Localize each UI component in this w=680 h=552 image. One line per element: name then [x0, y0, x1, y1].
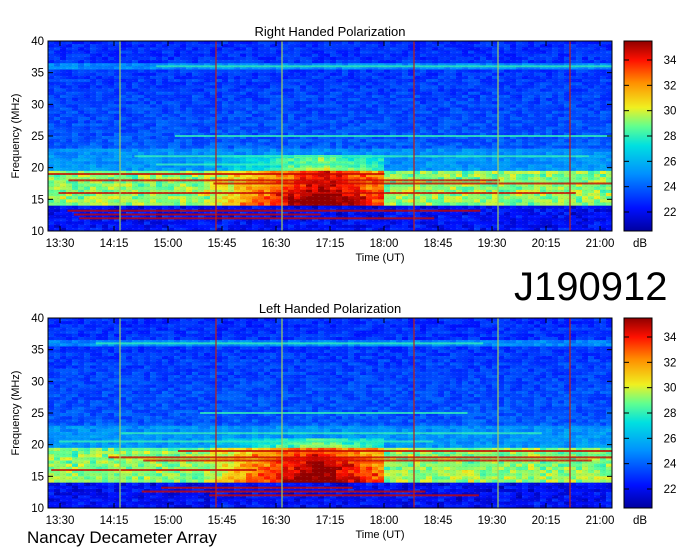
- y-tick-label: 15: [31, 471, 44, 483]
- y-tick-label: 15: [31, 194, 44, 206]
- y-tick-label: 20: [31, 440, 44, 452]
- x-tick-label: 16:30: [262, 515, 291, 527]
- colorbar-unit-label: dB: [633, 515, 647, 527]
- observatory-label: Nancay Decameter Array: [27, 528, 217, 547]
- x-tick-label: 14:15: [100, 515, 129, 527]
- colorbar-tick-label: 32: [664, 357, 677, 369]
- spectrogram-panel-lhp: Left Handed Polarization 13:30 14:15 15:00 1…: [10, 301, 677, 541]
- spectrogram-panel-rhp: Right Handed Polarization 13:30 14:15 15:00…: [10, 24, 677, 264]
- x-tick-label: 17:15: [316, 515, 345, 527]
- spectrogram-image: [48, 41, 612, 231]
- x-tick-label: 15:45: [208, 515, 237, 527]
- x-tick-label: 18:00: [370, 515, 399, 527]
- x-axis-label: Time (UT): [355, 529, 404, 541]
- x-tick-label: 16:30: [262, 238, 291, 250]
- colorbar-tick-label: 28: [664, 131, 677, 143]
- colorbar-tick-label: 34: [664, 55, 677, 67]
- y-tick-label: 30: [31, 99, 44, 111]
- x-tick-label: 21:00: [586, 238, 615, 250]
- x-tick-label: 15:00: [154, 238, 183, 250]
- x-axis-label: Time (UT): [355, 252, 404, 264]
- colorbar-tick-label: 34: [664, 332, 677, 344]
- y-tick-label: 40: [31, 313, 44, 325]
- x-tick-label: 15:00: [154, 515, 183, 527]
- panel-title: Left Handed Polarization: [259, 301, 401, 316]
- y-tick-label: 35: [31, 68, 44, 80]
- x-tick-label: 17:15: [316, 238, 345, 250]
- x-tick-label: 20:15: [532, 515, 561, 527]
- x-tick-label: 21:00: [586, 515, 615, 527]
- colorbar-tick-label: 22: [664, 207, 677, 219]
- y-axis-label: Frequency (MHz): [10, 94, 22, 179]
- x-tick-label: 13:30: [46, 515, 75, 527]
- colorbar-tick-label: 30: [664, 106, 677, 118]
- x-tick-label: 19:30: [478, 238, 507, 250]
- observation-id: J190912: [514, 265, 668, 309]
- x-tick-label: 14:15: [100, 238, 129, 250]
- x-tick-label: 18:45: [424, 238, 453, 250]
- y-tick-label: 35: [31, 345, 44, 357]
- colorbar-tick-label: 26: [664, 433, 677, 445]
- x-tick-label: 19:30: [478, 515, 507, 527]
- y-tick-label: 25: [31, 408, 44, 420]
- x-tick-label: 13:30: [46, 238, 75, 250]
- y-tick-label: 10: [31, 503, 44, 515]
- y-tick-label: 10: [31, 226, 44, 238]
- y-tick-label: 30: [31, 376, 44, 388]
- x-tick-label: 18:45: [424, 515, 453, 527]
- x-tick-label: 18:00: [370, 238, 399, 250]
- colorbar-tick-label: 30: [664, 383, 677, 395]
- y-axis-label: Frequency (MHz): [10, 371, 22, 456]
- colorbar-tick-label: 22: [664, 484, 677, 496]
- panel-title: Right Handed Polarization: [254, 24, 405, 39]
- x-tick-label: 15:45: [208, 238, 237, 250]
- colorbar-tick-label: 24: [664, 459, 677, 471]
- colorbar-tick-label: 28: [664, 408, 677, 420]
- colorbar-tick-label: 32: [664, 80, 677, 92]
- x-tick-label: 20:15: [532, 238, 561, 250]
- colorbar-tick-label: 26: [664, 156, 677, 168]
- colorbar-unit-label: dB: [633, 238, 647, 250]
- spectrogram-image: [48, 318, 612, 508]
- colorbar-tick-label: 24: [664, 182, 677, 194]
- y-tick-label: 40: [31, 36, 44, 48]
- y-tick-label: 25: [31, 131, 44, 143]
- y-tick-label: 20: [31, 163, 44, 175]
